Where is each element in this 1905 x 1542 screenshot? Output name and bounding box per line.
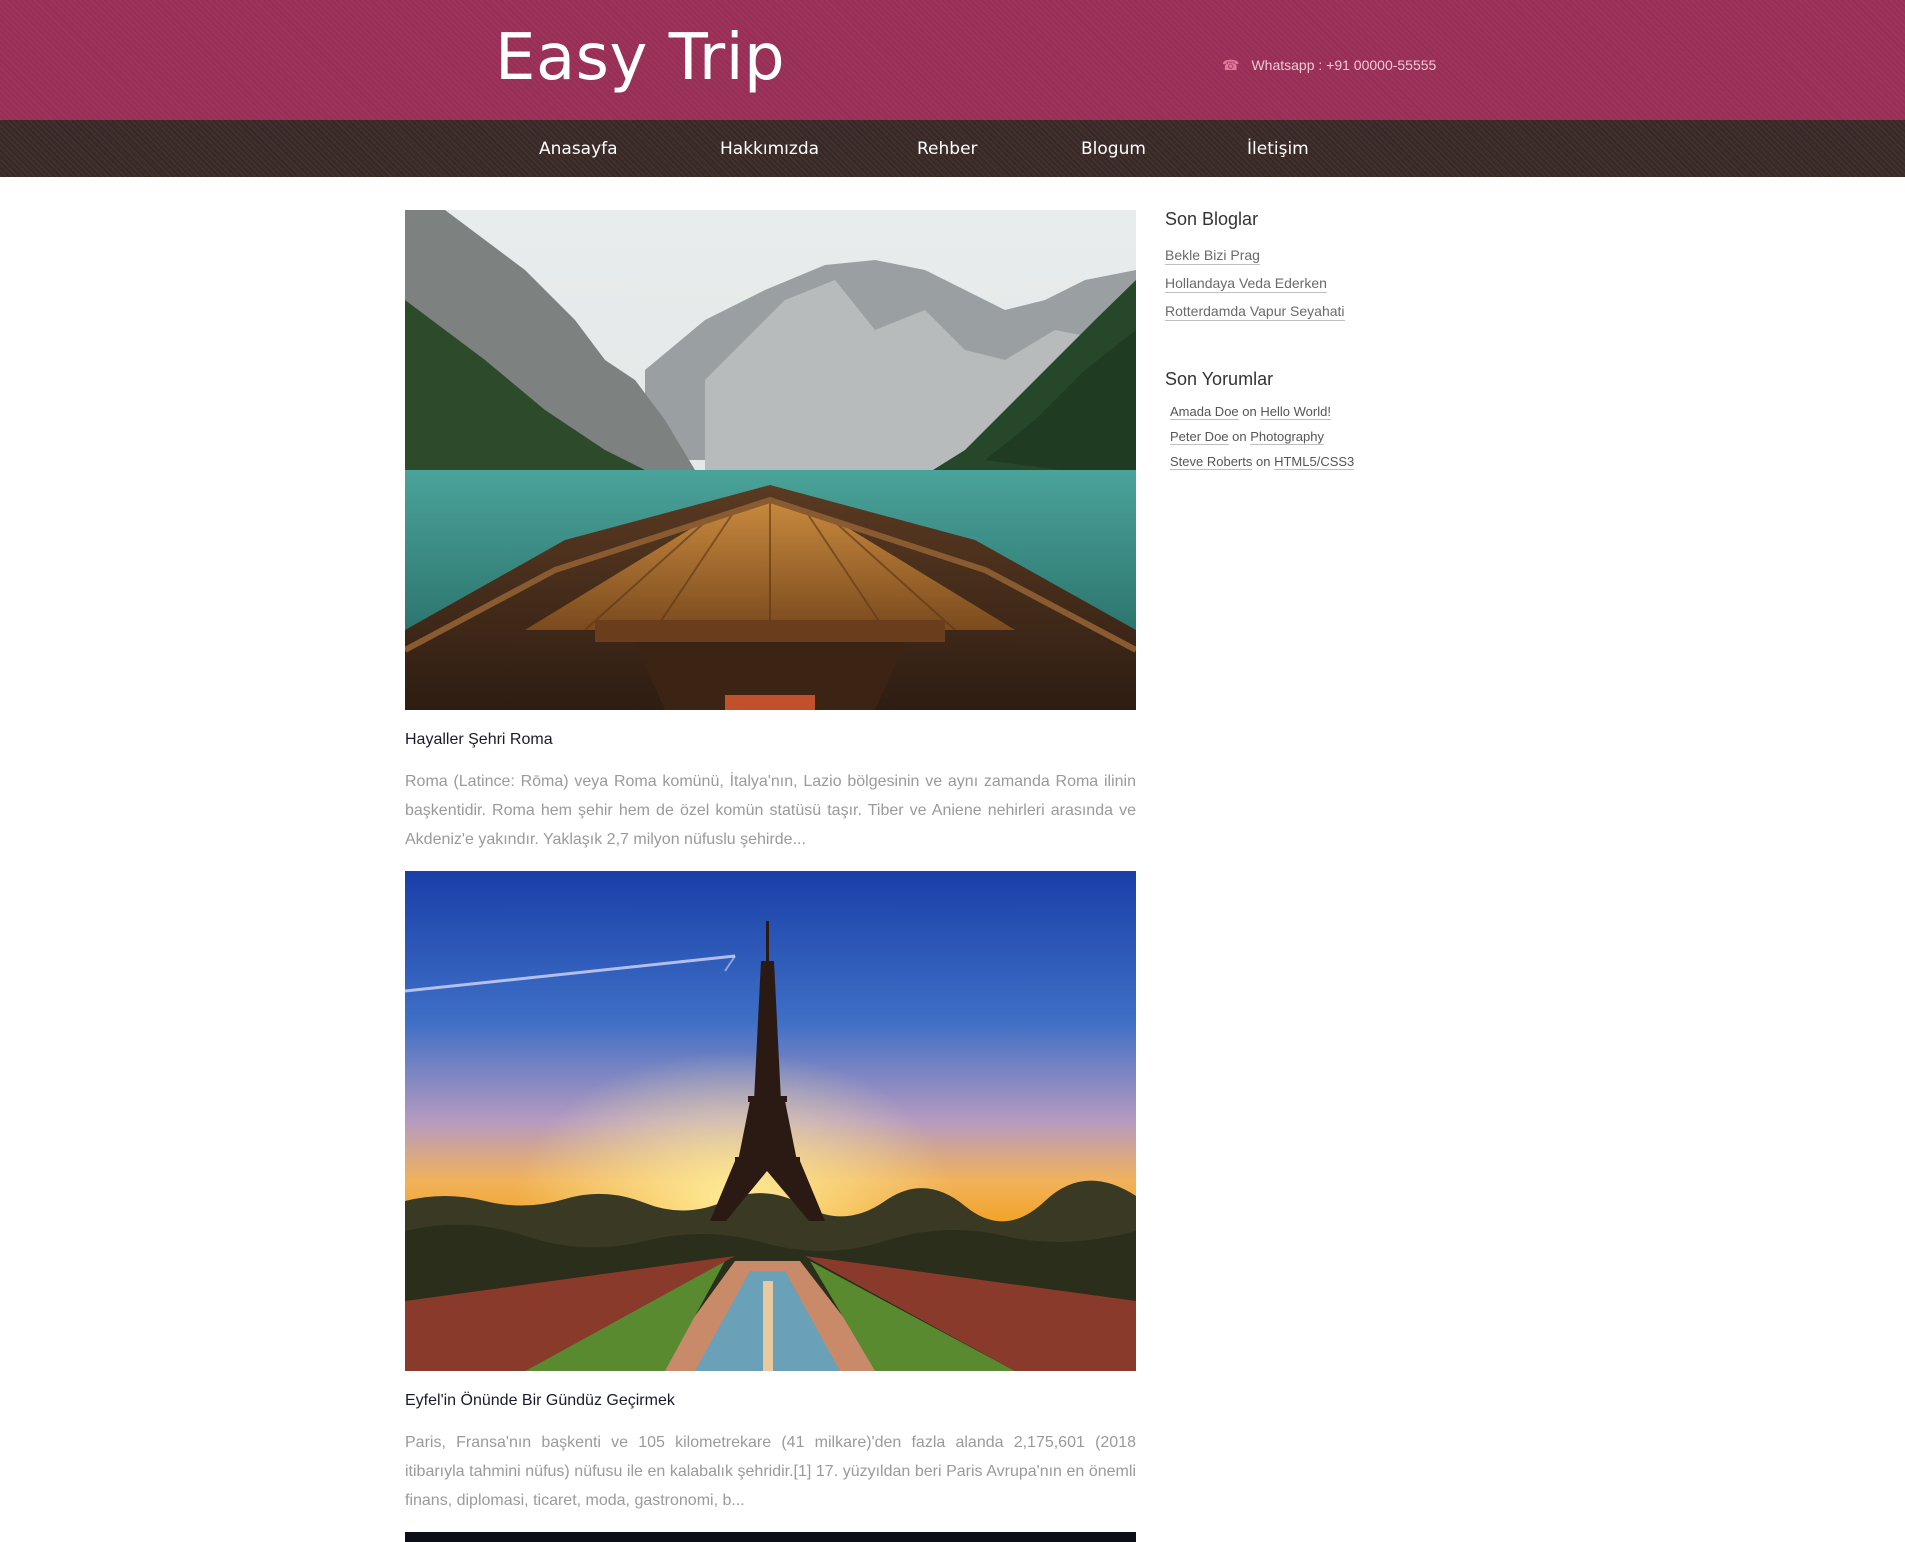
contact-info: ☎ Whatsapp : +91 00000-55555 xyxy=(1222,56,1436,74)
comment-on-text: on xyxy=(1242,404,1257,419)
nav-item-anasayfa[interactable]: Anasayfa xyxy=(539,139,618,159)
nav-item-iletisim[interactable]: İletişim xyxy=(1247,139,1309,159)
post-title[interactable]: Eyfel'in Önünde Bir Gündüz Geçirmek xyxy=(405,1391,675,1411)
comment-author-link[interactable]: Amada Doe xyxy=(1170,404,1239,420)
nav-item-hakkimizda[interactable]: Hakkımızda xyxy=(720,139,819,159)
recent-comment: Amada Doe on Hello World! xyxy=(1170,403,1331,421)
recent-comment: Steve Roberts on HTML5/CSS3 xyxy=(1170,453,1355,471)
recent-blog-link[interactable]: Hollandaya Veda Ederken xyxy=(1165,274,1327,293)
comment-on-text: on xyxy=(1232,429,1247,444)
comment-post-link[interactable]: HTML5/CSS3 xyxy=(1274,454,1355,470)
contact-text: Whatsapp : +91 00000-55555 xyxy=(1251,57,1437,73)
recent-comment: Peter Doe on Photography xyxy=(1170,428,1324,446)
recent-blog-link[interactable]: Rotterdamda Vapur Seyahati xyxy=(1165,302,1345,321)
comment-post-link[interactable]: Photography xyxy=(1250,429,1324,445)
site-header: Easy Trip ☎ Whatsapp : +91 00000-55555 xyxy=(0,0,1905,120)
nav-item-blogum[interactable]: Blogum xyxy=(1081,139,1146,159)
recent-blog-link[interactable]: Bekle Bizi Prag xyxy=(1165,246,1260,265)
comment-on-text: on xyxy=(1256,454,1271,469)
site-logo[interactable]: Easy Trip xyxy=(495,18,785,98)
nav-item-rehber[interactable]: Rehber xyxy=(917,139,978,159)
recent-blogs-heading: Son Bloglar xyxy=(1165,209,1259,229)
comment-author-link[interactable]: Steve Roberts xyxy=(1170,454,1253,470)
post-image-third[interactable] xyxy=(405,1532,1136,1542)
phone-icon: ☎ xyxy=(1222,57,1240,73)
post-excerpt: Roma (Latince: Rōma) veya Roma komünü, İ… xyxy=(405,773,1136,848)
recent-comments-heading: Son Yorumlar xyxy=(1165,369,1274,389)
post-excerpt: Paris, Fransa'nın başkenti ve 105 kilome… xyxy=(405,1434,1136,1509)
comment-post-link[interactable]: Hello World! xyxy=(1260,404,1331,420)
main-nav: Anasayfa Hakkımızda Rehber Blogum İletiş… xyxy=(0,120,1905,177)
comment-author-link[interactable]: Peter Doe xyxy=(1170,429,1229,445)
post-image-eiffel-tower[interactable] xyxy=(405,871,1136,1371)
post-image-lake-boat[interactable] xyxy=(405,210,1136,710)
post-title[interactable]: Hayaller Şehri Roma xyxy=(405,730,553,750)
